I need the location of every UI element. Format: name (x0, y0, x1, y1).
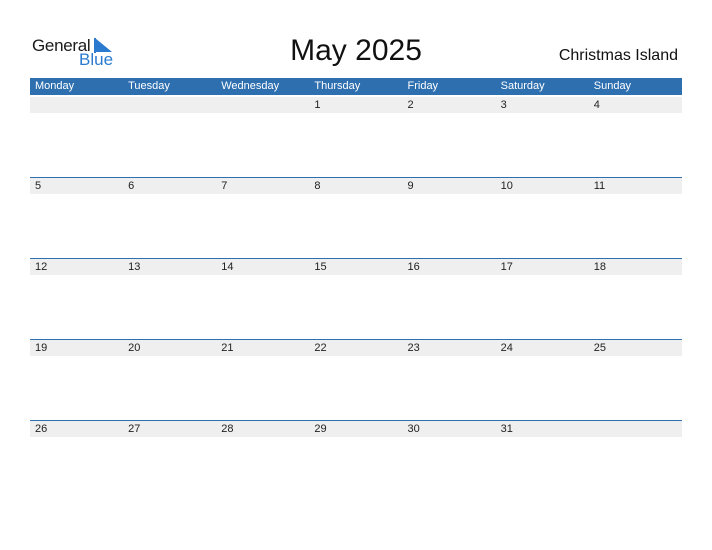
date-strip: 1 2 3 4 (30, 97, 682, 113)
day-cell: 19 (35, 342, 48, 354)
day-cell: 13 (128, 261, 141, 273)
week-row: 19 20 21 22 23 24 25 (30, 339, 682, 420)
day-cell: 21 (221, 342, 234, 354)
day-cell: 6 (128, 180, 135, 192)
date-strip: 26 27 28 29 30 31 (30, 421, 682, 437)
weekday-header: Monday Tuesday Wednesday Thursday Friday Satu… (30, 78, 682, 95)
day-cell: 24 (500, 342, 513, 354)
day-cell: 7 (221, 180, 228, 192)
day-cell: 4 (593, 99, 600, 111)
day-cell: 18 (593, 261, 606, 273)
day-cell: 8 (314, 180, 321, 192)
date-strip: 19 20 21 22 23 24 25 (30, 340, 682, 356)
date-strip: 12 13 14 15 16 17 18 (30, 259, 682, 275)
day-cell: 3 (500, 99, 507, 111)
day-cell: 16 (407, 261, 420, 273)
day-cell: 27 (128, 423, 141, 435)
day-cell: 29 (314, 423, 327, 435)
week-row: 1 2 3 4 (30, 95, 682, 177)
weekday-tuesday: Tuesday (128, 80, 170, 92)
day-cell: 22 (314, 342, 327, 354)
day-cell: 25 (593, 342, 606, 354)
weekday-thursday: Thursday (314, 80, 361, 92)
week-row: 12 13 14 15 16 17 18 (30, 258, 682, 339)
day-cell (589, 421, 682, 437)
day-cell: 17 (500, 261, 513, 273)
day-cell: 20 (128, 342, 141, 354)
day-cell: 15 (314, 261, 327, 273)
day-cell: 26 (35, 423, 48, 435)
day-cell (30, 97, 123, 113)
day-cell (216, 97, 309, 113)
calendar-weeks: 1 2 3 4 5 6 7 8 9 10 11 12 13 14 15 16 17 18 19 20 21 22 23 24 2… (30, 95, 682, 501)
weekday-monday: Monday (35, 80, 75, 92)
day-cell: 9 (407, 180, 414, 192)
day-cell: 14 (221, 261, 234, 273)
day-cell: 2 (407, 99, 414, 111)
weekday-saturday: Saturday (500, 80, 545, 92)
weekday-sunday: Sunday (593, 80, 632, 92)
week-row: 26 27 28 29 30 31 (30, 420, 682, 501)
day-cell: 31 (500, 423, 513, 435)
day-cell: 1 (314, 99, 321, 111)
calendar-grid: Monday Tuesday Wednesday Thursday Friday Satu… (30, 78, 682, 501)
day-cell: 12 (35, 261, 48, 273)
day-cell: 10 (500, 180, 513, 192)
day-cell: 30 (407, 423, 420, 435)
week-row: 5 6 7 8 9 10 11 (30, 177, 682, 258)
day-cell: 23 (407, 342, 420, 354)
day-cell: 11 (593, 180, 606, 192)
weekday-friday: Friday (407, 80, 439, 92)
day-cell (123, 97, 216, 113)
country-label: Christmas Island (558, 47, 678, 64)
date-strip: 5 6 7 8 9 10 11 (30, 178, 682, 194)
day-cell: 28 (221, 423, 234, 435)
weekday-wednesday: Wednesday (221, 80, 280, 92)
day-cell: 5 (35, 180, 42, 192)
